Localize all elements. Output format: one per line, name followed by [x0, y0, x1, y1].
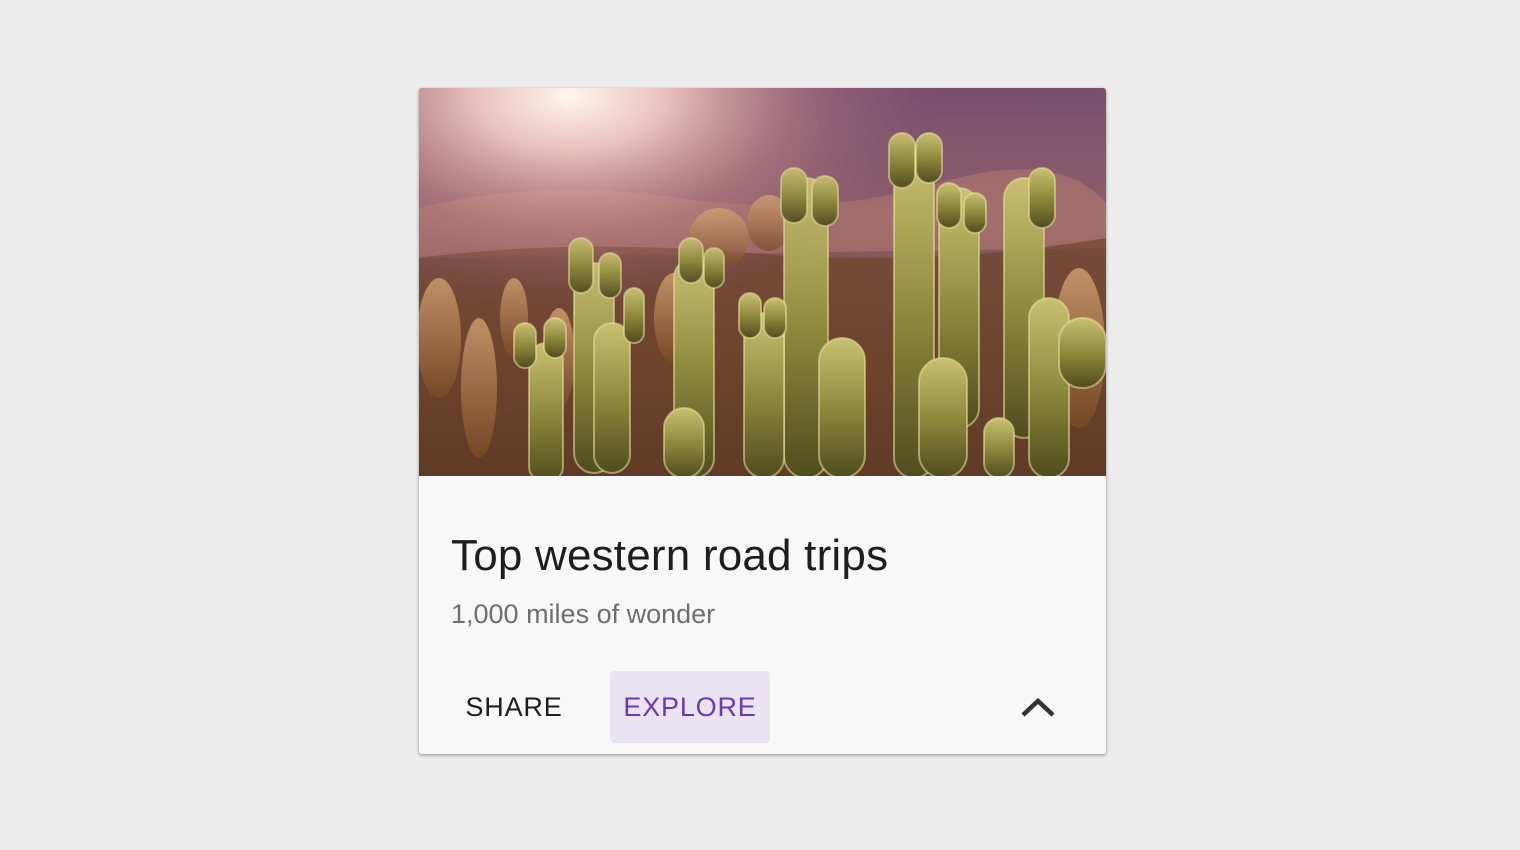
- card-title: Top western road trips: [451, 531, 889, 580]
- expand-toggle-button[interactable]: [1002, 671, 1074, 743]
- chevron-up-icon: [1021, 697, 1055, 717]
- content-card: Top western road trips 1,000 miles of wo…: [419, 88, 1106, 754]
- card-subtitle: 1,000 miles of wonder: [451, 599, 716, 629]
- explore-button[interactable]: EXPLORE: [610, 671, 770, 743]
- card-image: [419, 88, 1106, 476]
- share-button[interactable]: SHARE: [451, 671, 577, 743]
